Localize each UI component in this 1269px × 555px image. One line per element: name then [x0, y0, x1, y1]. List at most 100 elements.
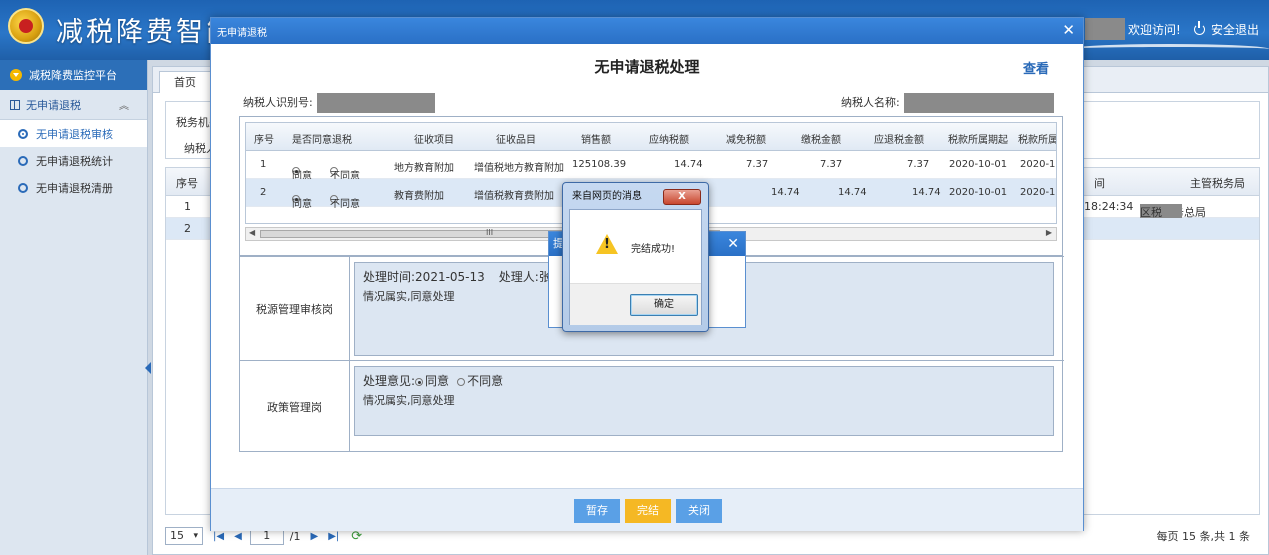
circle-icon [18, 128, 28, 139]
taxpayer-id-redacted [316, 93, 435, 113]
pager-info: 每页 15 条,共 1 条 [1156, 530, 1250, 543]
alert-close-button[interactable]: X [663, 189, 701, 205]
col-agree: 是否同意退税 [292, 135, 352, 146]
row-reduced: 7.37 [746, 159, 769, 170]
ok-button[interactable]: 确定 [630, 294, 698, 316]
first-page-icon[interactable]: |◀ [213, 531, 224, 542]
disagree-label: 不同意 [330, 199, 360, 210]
logout-button[interactable]: 安全退出 [1194, 21, 1259, 38]
review-box-policy: 处理意见: 同意 不同意 情况属实,同意处理 [354, 366, 1054, 436]
total-pages: /1 [289, 529, 301, 543]
row-paid: 14.74 [838, 187, 867, 198]
col-refund: 应退税金额 [874, 135, 924, 146]
row-sub-item: 增值税地方教育附加 [474, 163, 564, 174]
chevron-down-circle-icon [10, 69, 22, 81]
row-seq: 2 [184, 222, 191, 235]
disagree-label: 不同意 [467, 374, 504, 388]
handler-label: 处理人: [498, 270, 539, 284]
scroll-left-icon[interactable]: ◀ [249, 228, 255, 237]
finish-button[interactable]: 完结 [625, 499, 671, 523]
col-item: 征收项目 [414, 135, 454, 146]
row-sub-item: 增值税教育费附加 [474, 191, 554, 202]
prev-page-icon[interactable]: ◀ [234, 531, 242, 542]
sidebar-group-refund[interactable]: 无申请退税 ︽ [0, 90, 147, 120]
sidebar-item-list[interactable]: 无申请退税清册 [0, 174, 147, 201]
column-header-seq: 序号 [176, 177, 198, 190]
row-item: 地方教育附加 [394, 163, 454, 174]
last-page-icon[interactable]: ▶| [328, 531, 339, 542]
row-period-end: 2020-1 [1020, 159, 1056, 170]
view-link[interactable]: 查看 [1023, 58, 1049, 77]
collapse-arrow-icon[interactable] [145, 362, 151, 374]
row-payable: 14.74 [674, 159, 703, 170]
save-button[interactable]: 暂存 [574, 499, 620, 523]
radio-icon[interactable] [457, 378, 466, 386]
close-icon[interactable]: ✕ [1062, 21, 1075, 39]
row-seq: 1 [260, 159, 267, 170]
col-seq: 序号 [254, 135, 274, 146]
row-refund: 14.74 [912, 187, 941, 198]
col-paid: 缴税金额 [801, 135, 841, 146]
row-refund: 7.37 [907, 159, 930, 170]
user-name-redacted [1085, 18, 1125, 40]
welcome-text: 欢迎访问! [1128, 23, 1181, 37]
close-button[interactable]: 关闭 [676, 499, 722, 523]
page-size-select[interactable]: 15 [165, 527, 203, 545]
sidebar-item-review[interactable]: 无申请退税审核 [0, 120, 147, 147]
alert-dialog: 来自网页的消息 X 完结成功! 确定 [562, 182, 709, 332]
alert-title: 来自网页的消息 [572, 191, 642, 202]
app-title: 减税降费智能 [56, 17, 236, 48]
review-opinion: 处理意见: 同意 不同意 [363, 372, 1045, 389]
radio-checked-icon[interactable] [415, 378, 424, 386]
column-header-office: 主管税务局 [1190, 177, 1245, 190]
review-row-policy: 政策管理岗 处理意见: 同意 不同意 情况属实,同意处理 [240, 360, 1064, 452]
opinion-label: 处理意见: [363, 374, 416, 388]
row-reduced: 14.74 [771, 187, 800, 198]
sidebar-item-statistics[interactable]: 无申请退税统计 [0, 147, 147, 174]
header-decoration [1069, 44, 1269, 54]
sidebar-item-label: 无申请退税统计 [36, 154, 113, 168]
col-reduced: 减免税额 [726, 135, 766, 146]
modal-footer: 暂存 完结 关闭 [211, 488, 1083, 531]
table-row[interactable]: 1 同意 不同意 地方教育附加 增值税地方教育附加 125108.39 14.7… [246, 151, 1056, 182]
taxpayer-name-label: 纳税人名称: [841, 96, 900, 109]
alert-message-area: 完结成功! [570, 210, 701, 283]
sidebar-platform[interactable]: 减税降费监控平台 [0, 60, 147, 90]
modal-heading: 无申请退税处理 [594, 58, 700, 76]
modal-title: 无申请退税 [217, 27, 267, 39]
circle-icon [18, 182, 28, 193]
row-paid: 7.37 [820, 159, 843, 170]
time-value: 2021-05-13 [415, 270, 485, 284]
tax-emblem-icon [8, 8, 44, 44]
chevron-up-icon: ︽ [119, 101, 129, 112]
detail-header: 序号 是否同意退税 征收项目 征收品目 销售额 应纳税额 减免税额 缴税金额 应… [246, 123, 1056, 151]
next-page-icon[interactable]: ▶ [310, 531, 318, 542]
sidebar-item-label: 无申请退税清册 [36, 181, 113, 195]
alert-titlebar: 来自网页的消息 X [566, 186, 705, 208]
row-sales: 125108.39 [572, 159, 627, 170]
col-period-start: 税款所属期起 [948, 135, 1008, 146]
row-seq: 2 [260, 187, 267, 198]
taxpayer-name: 纳税人名称: [841, 93, 1054, 113]
tab-home[interactable]: 首页 [159, 71, 211, 93]
time-label: 处理时间: [363, 270, 416, 284]
col-period-end: 税款所属 [1018, 135, 1057, 146]
panel-icon [10, 99, 20, 110]
modal-titlebar: 无申请退税 ✕ [211, 18, 1083, 44]
col-sales: 销售额 [581, 135, 611, 146]
review-label-policy: 政策管理岗 [240, 361, 350, 452]
alert-button-area: 确定 [570, 283, 701, 325]
sidebar-platform-label: 减税降费监控平台 [29, 69, 117, 82]
row-time: 18:24:34 [1084, 200, 1134, 213]
agree-label: 同意 [292, 199, 312, 210]
row-period-start: 2020-10-01 [949, 187, 1008, 198]
power-icon [1194, 21, 1205, 35]
close-icon[interactable]: ✕ [727, 232, 739, 256]
logout-label: 安全退出 [1211, 23, 1260, 37]
scrollbar-grip-icon: III [486, 228, 494, 237]
taxpayer-name-redacted [903, 93, 1054, 113]
scroll-right-icon[interactable]: ▶ [1046, 228, 1052, 237]
row-seq: 1 [184, 200, 191, 213]
review-comment: 情况属实,同意处理 [363, 394, 455, 407]
warning-icon [596, 234, 618, 254]
